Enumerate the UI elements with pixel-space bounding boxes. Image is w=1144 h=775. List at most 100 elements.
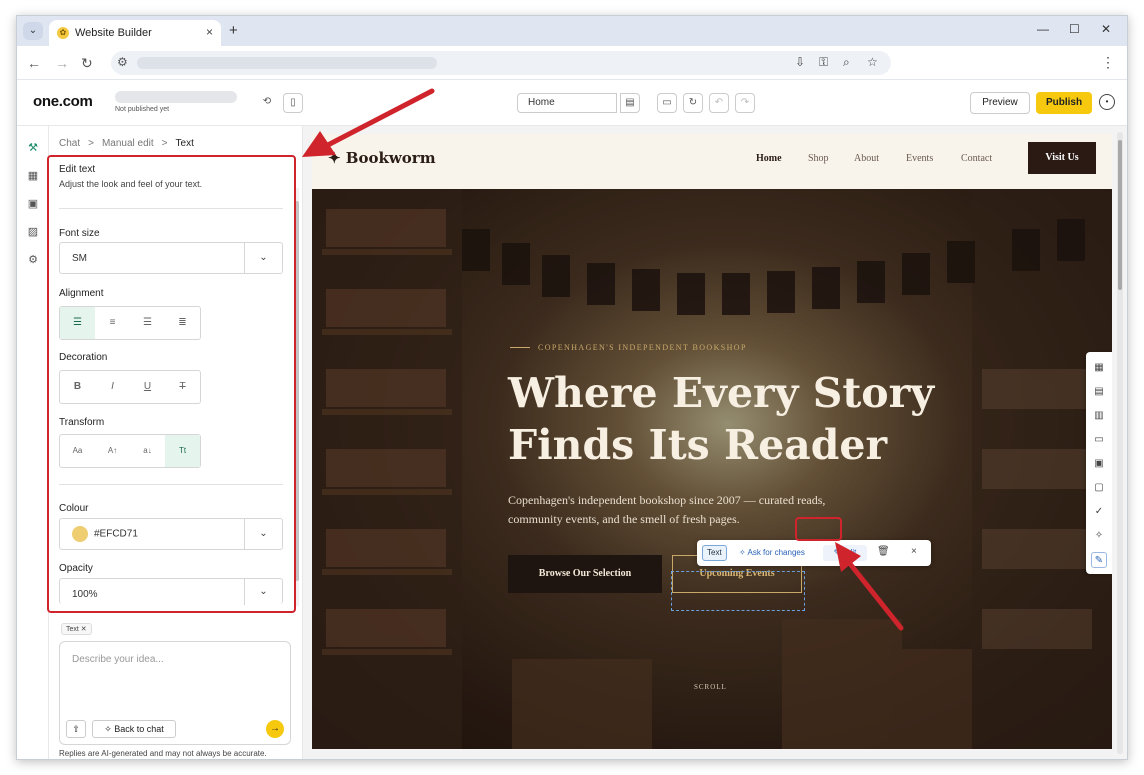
publish-status: Not published yet — [115, 106, 170, 113]
page-settings-icon[interactable]: ▤ — [620, 93, 640, 113]
back-arrow-icon[interactable]: ← — [27, 55, 41, 71]
minimize-icon[interactable]: — — [1037, 22, 1049, 36]
publish-button[interactable]: Publish — [1036, 92, 1092, 114]
chevron-down-icon[interactable]: ⌄ — [244, 579, 282, 605]
ai-edit-icon[interactable]: ⚒ — [25, 140, 41, 156]
upload-icon[interactable]: ⇧ — [66, 720, 86, 738]
ai-sparkle-icon[interactable]: ✧ — [1091, 528, 1107, 544]
breadcrumb-text: Text — [175, 138, 194, 149]
transform-none-button[interactable]: Aa — [60, 435, 95, 467]
align-right-icon[interactable]: ☰ — [130, 307, 165, 339]
hero-kicker[interactable]: COPENHAGEN'S INDEPENDENT BOOKSHOP — [538, 343, 747, 352]
redo-icon[interactable]: ↷ — [735, 93, 755, 113]
chat-input[interactable]: Describe your idea... — [72, 654, 164, 665]
hero-subtitle[interactable]: Copenhagen's independent bookshop since … — [508, 491, 888, 529]
undo-icon[interactable]: ↶ — [709, 93, 729, 113]
check-circle-icon[interactable]: ✓ — [1091, 504, 1107, 520]
panel-scroll-thumb[interactable] — [295, 201, 299, 581]
preview-button[interactable]: Preview — [970, 92, 1030, 114]
alignment-label: Alignment — [59, 288, 104, 299]
close-window-icon[interactable]: ✕ — [1101, 22, 1111, 36]
site-info-icon[interactable]: ⚙ — [117, 55, 128, 69]
chevron-down-icon[interactable]: ⌄ — [244, 243, 282, 273]
hero-headline[interactable]: Where Every Story Finds Its Reader — [508, 367, 968, 471]
ask-for-changes-button[interactable]: ✧ Ask for changes — [739, 548, 805, 557]
account-icon[interactable]: • — [1099, 94, 1115, 110]
close-toolbar-icon[interactable]: × — [911, 546, 917, 557]
align-left-icon[interactable]: ☰ — [60, 307, 95, 339]
image-icon[interactable]: ▨ — [25, 224, 41, 240]
font-size-select[interactable]: SM ⌄ — [59, 242, 283, 274]
text-block-icon[interactable]: ▭ — [1091, 432, 1107, 448]
layout-icon[interactable]: ▦ — [1091, 360, 1107, 376]
kicker-line — [510, 347, 530, 348]
transform-capitalize-button[interactable]: Tt — [165, 435, 200, 467]
edit-label: Edit — [842, 548, 857, 557]
favicon-icon: ✿ — [57, 27, 69, 39]
nav-contact[interactable]: Contact — [961, 153, 992, 164]
chip-close-icon[interactable]: ✕ — [81, 626, 87, 633]
key-icon[interactable]: ⚿ — [819, 55, 828, 70]
settings-icon[interactable]: ⚙ — [25, 252, 41, 268]
opacity-select[interactable]: 100% ⌄ — [59, 578, 283, 605]
gallery-icon[interactable]: ▣ — [1091, 456, 1107, 472]
transform-lowercase-button[interactable]: a↓ — [130, 435, 165, 467]
site-navbar: ✦ Bookworm Home Shop About Events Contac… — [312, 134, 1112, 189]
briefcase-icon[interactable]: ▤ — [1091, 384, 1107, 400]
calendar-icon[interactable]: ▣ — [25, 196, 41, 212]
nav-events[interactable]: Events — [906, 153, 933, 164]
install-app-icon[interactable]: ⇩ — [795, 55, 805, 69]
bold-button[interactable]: B — [60, 371, 95, 403]
browser-menu-icon[interactable]: ⋮ — [1101, 54, 1115, 71]
desktop-view-icon[interactable]: ▭ — [657, 93, 677, 113]
hero-section: COPENHAGEN'S INDEPENDENT BOOKSHOP Where … — [312, 189, 1112, 749]
breadcrumb: Chat > Manual edit > Text — [59, 138, 194, 149]
browser-tab[interactable]: ✿ Website Builder × — [49, 20, 221, 46]
strikethrough-button[interactable]: T — [165, 371, 200, 403]
send-arrow-icon[interactable]: → — [266, 720, 284, 738]
forward-arrow-icon[interactable]: → — [55, 55, 69, 71]
panel-toggle-icon[interactable]: ▯ — [283, 93, 303, 113]
nav-about[interactable]: About — [854, 153, 879, 164]
edit-button[interactable]: ✎ Edit — [823, 545, 867, 561]
page-select[interactable]: Home — [517, 93, 617, 113]
tab-search-dropdown[interactable]: ⌄ — [23, 22, 43, 40]
canvas-scroll-thumb[interactable] — [1118, 140, 1122, 290]
align-center-icon[interactable]: ≡ — [95, 307, 130, 339]
nav-shop[interactable]: Shop — [808, 153, 829, 164]
pen-icon[interactable]: ✎ — [1091, 552, 1107, 568]
site-brand[interactable]: ✦ Bookworm — [328, 149, 436, 167]
maximize-icon[interactable]: ☐ — [1069, 22, 1080, 36]
tab-close-icon[interactable]: × — [206, 25, 213, 39]
reload-icon[interactable]: ↻ — [81, 55, 93, 72]
italic-button[interactable]: I — [95, 371, 130, 403]
history-icon[interactable]: ⟲ — [257, 93, 277, 113]
store-section-icon[interactable]: ▥ — [1091, 408, 1107, 424]
back-to-chat-button[interactable]: ✧ Back to chat — [92, 720, 176, 738]
transform-uppercase-button[interactable]: A↑ — [95, 435, 130, 467]
chat-input-box[interactable]: Describe your idea... ⇧ ✧ Back to chat → — [59, 641, 291, 745]
element-type-badge: Text — [702, 545, 727, 561]
nav-home[interactable]: Home — [756, 153, 782, 164]
breadcrumb-chat[interactable]: Chat — [59, 138, 80, 149]
browse-selection-button[interactable]: Browse Our Selection — [508, 555, 662, 593]
chevron-down-icon[interactable]: ⌄ — [244, 519, 282, 549]
star-icon[interactable]: ☆ — [867, 55, 878, 69]
refresh-preview-icon[interactable]: ↻ — [683, 93, 703, 113]
url-redacted — [137, 57, 437, 69]
delete-icon[interactable]: 🗑 — [877, 546, 890, 557]
url-input[interactable]: ⚙ ⇩ ⚿ ⌕ ☆ — [111, 51, 891, 75]
store-icon[interactable]: ▦ — [25, 168, 41, 184]
decoration-group: B I U T — [59, 370, 201, 404]
underline-button[interactable]: U — [130, 371, 165, 403]
visit-us-button[interactable]: Visit Us — [1028, 142, 1096, 174]
breadcrumb-manual-edit[interactable]: Manual edit — [102, 138, 154, 149]
colour-select[interactable]: #EFCD71 ⌄ — [59, 518, 283, 550]
decoration-label: Decoration — [59, 352, 108, 363]
align-justify-icon[interactable]: ≣ — [165, 307, 200, 339]
contact-card-icon[interactable]: ▢ — [1091, 480, 1107, 496]
zoom-icon[interactable]: ⌕ — [843, 55, 850, 70]
new-tab-button[interactable]: + — [229, 22, 238, 39]
one-com-logo[interactable]: one.com — [33, 93, 93, 110]
site-name-redacted — [115, 91, 237, 103]
